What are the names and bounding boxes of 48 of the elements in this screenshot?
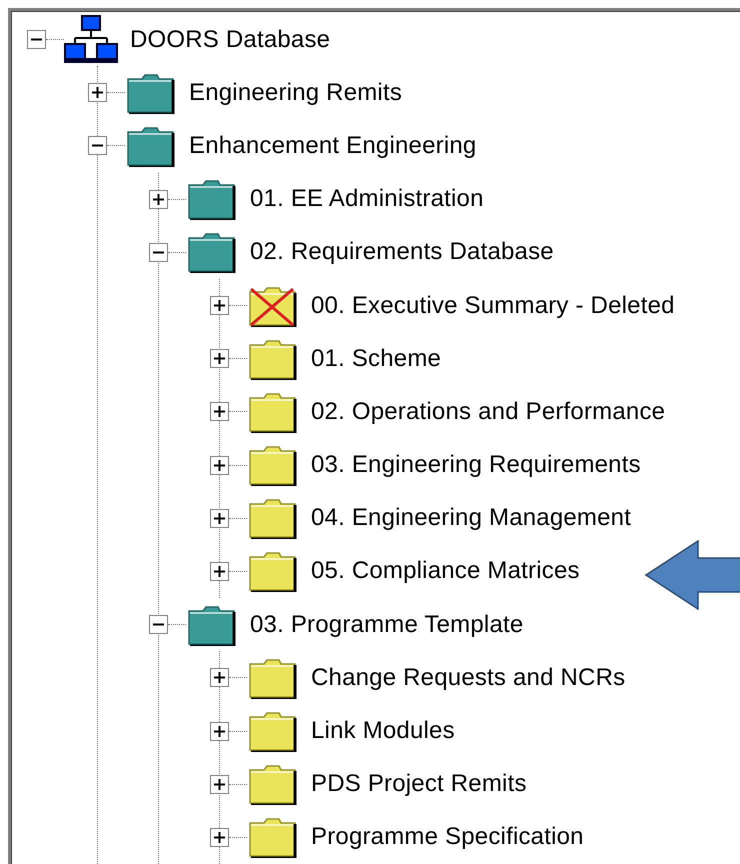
project-folder-icon [125,124,177,167]
folder-icon [247,763,299,806]
tree-item-label[interactable]: DOORS Database [130,26,330,54]
expand-button[interactable] [210,296,229,316]
folder-icon [247,710,299,752]
tree-item-label[interactable]: 04. Engineering Management [311,504,632,532]
tree-item-label[interactable]: Enhancement Engineering [189,132,476,160]
tree-item-label[interactable]: 00. Executive Summary - Deleted [311,292,675,320]
collapse-button[interactable] [149,242,168,262]
tree-item-label[interactable]: 02. Operations and Performance [311,398,666,426]
tree-item-label[interactable]: Programme Specification [311,823,584,852]
expand-button[interactable] [210,562,229,581]
tree-item-label[interactable]: 03. Engineering Requirements [311,451,641,480]
deleted-folder-icon [247,284,299,327]
folder-icon [247,656,299,699]
network-icon [64,14,118,65]
tree-item-label[interactable]: 05. Compliance Matrices [311,557,580,586]
tree-item-label[interactable]: Link Modules [311,717,455,746]
tree-item-label[interactable]: 01. EE Administration [250,185,484,214]
expand-button[interactable] [210,456,229,475]
expand-button[interactable] [88,83,107,102]
tree-item-label[interactable]: Engineering Remits [189,78,402,107]
folder-icon [247,497,299,540]
expand-button[interactable] [210,774,229,794]
folder-icon [247,444,299,486]
folder-icon [247,816,299,858]
tree-item-label[interactable]: 03. Programme Template [250,610,524,639]
expand-button[interactable] [210,402,229,422]
folder-icon [247,550,299,592]
expand-button[interactable] [210,508,229,528]
project-folder-icon [186,231,238,274]
project-folder-icon [186,604,238,646]
tree-item-label[interactable]: 01. Scheme [311,344,442,373]
project-folder-icon [186,178,238,220]
tree-item-label[interactable]: Change Requests and NCRs [311,664,626,692]
collapse-button[interactable] [149,615,168,634]
collapse-button[interactable] [27,30,46,50]
expand-button[interactable] [210,668,229,688]
folder-icon [247,338,299,380]
tree-item-label[interactable]: 02. Requirements Database [250,238,554,266]
expand-button[interactable] [210,349,229,368]
collapse-button[interactable] [88,136,107,156]
expand-button[interactable] [210,722,229,741]
project-folder-icon [125,72,177,114]
tree-item-label[interactable]: PDS Project Remits [311,770,527,798]
expand-button[interactable] [149,190,168,209]
folder-icon [247,390,299,433]
expand-button[interactable] [210,828,229,847]
